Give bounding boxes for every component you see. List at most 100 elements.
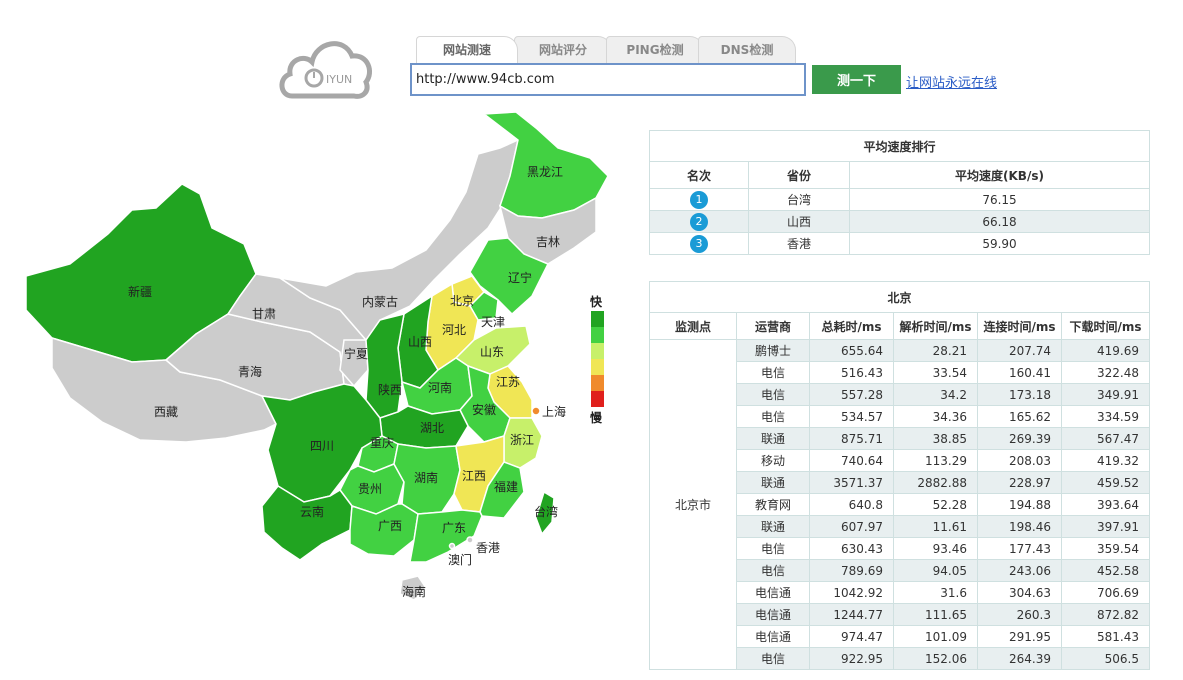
detail-dns: 101.09 xyxy=(893,625,978,648)
detail-total: 640.8 xyxy=(809,493,894,516)
province-澳门[interactable] xyxy=(448,542,456,550)
detail-dns: 94.05 xyxy=(893,559,978,582)
detail-download: 322.48 xyxy=(1061,361,1150,384)
label-四川: 四川 xyxy=(310,439,334,453)
url-input[interactable] xyxy=(410,63,806,96)
ranking-col-rank: 名次 xyxy=(649,161,749,189)
detail-total: 740.64 xyxy=(809,449,894,472)
detail-isp: 电信通 xyxy=(736,581,810,604)
detail-connect: 269.39 xyxy=(977,427,1062,450)
detail-dns: 34.36 xyxy=(893,405,978,428)
tab-dns[interactable]: DNS检测 xyxy=(698,36,796,63)
detail-total: 534.57 xyxy=(809,405,894,428)
detail-isp: 电信 xyxy=(736,537,810,560)
detail-isp: 鹏博士 xyxy=(736,339,810,362)
ranking-row: 3 香港 59.90 xyxy=(649,232,1150,255)
legend-swatch-medium xyxy=(591,343,604,359)
detail-total: 875.71 xyxy=(809,427,894,450)
detail-connect: 194.88 xyxy=(977,493,1062,516)
detail-location: 北京市 xyxy=(649,339,737,670)
tab-site-score[interactable]: 网站评分 xyxy=(514,36,612,63)
ranking-row: 2 山西 66.18 xyxy=(649,210,1150,233)
label-天津: 天津 xyxy=(481,315,505,329)
detail-col-download: 下载时间/ms xyxy=(1061,312,1150,340)
detail-total: 1244.77 xyxy=(809,603,894,626)
speed-ranking-table: 平均速度排行 名次 省份 平均速度(KB/s) 1 台湾 76.15 2 山西 … xyxy=(649,130,1150,255)
ranking-province: 台湾 xyxy=(748,188,850,211)
label-黑龙江: 黑龙江 xyxy=(527,165,563,179)
detail-isp: 电信通 xyxy=(736,625,810,648)
label-浙江: 浙江 xyxy=(510,433,534,447)
tab-speed-test[interactable]: 网站测速 xyxy=(416,36,518,63)
label-北京: 北京 xyxy=(450,294,474,308)
label-广西: 广西 xyxy=(378,519,402,533)
label-澳门: 澳门 xyxy=(448,552,472,567)
label-福建: 福建 xyxy=(494,479,518,494)
legend-swatch-slowish xyxy=(591,359,604,375)
detail-dns: 28.21 xyxy=(893,339,978,362)
legend-swatch-slowest xyxy=(591,391,604,407)
label-青海: 青海 xyxy=(238,364,262,379)
detail-download: 459.52 xyxy=(1061,471,1150,494)
label-广东: 广东 xyxy=(442,521,466,535)
detail-download: 419.69 xyxy=(1061,339,1150,362)
legend-fast-label: 快 xyxy=(590,294,603,309)
label-河南: 河南 xyxy=(428,380,452,395)
legend-swatch-fast xyxy=(591,327,604,343)
detail-total: 607.97 xyxy=(809,515,894,538)
detail-download: 506.5 xyxy=(1061,647,1150,670)
detail-isp: 电信 xyxy=(736,383,810,406)
detail-dns: 93.46 xyxy=(893,537,978,560)
detail-dns: 111.65 xyxy=(893,603,978,626)
detail-col-total: 总耗时/ms xyxy=(809,312,894,340)
detail-isp: 联通 xyxy=(736,515,810,538)
detail-connect: 207.74 xyxy=(977,339,1062,362)
label-湖北: 湖北 xyxy=(420,420,444,435)
detail-total: 922.95 xyxy=(809,647,894,670)
detail-connect: 165.62 xyxy=(977,405,1062,428)
ranking-speed: 76.15 xyxy=(849,188,1150,211)
detail-total: 789.69 xyxy=(809,559,894,582)
ranking-province: 香港 xyxy=(748,232,850,255)
label-台湾: 台湾 xyxy=(534,504,558,519)
detail-dns: 38.85 xyxy=(893,427,978,450)
label-西藏: 西藏 xyxy=(154,405,178,419)
label-江西: 江西 xyxy=(462,469,486,483)
detail-total: 3571.37 xyxy=(809,471,894,494)
rank-badge: 1 xyxy=(690,190,708,209)
legend-slow-label: 慢 xyxy=(590,410,603,425)
detail-total: 516.43 xyxy=(809,361,894,384)
label-云南: 云南 xyxy=(300,504,324,519)
promo-link[interactable]: 让网站永远在线 xyxy=(906,72,997,91)
detail-dns: 52.28 xyxy=(893,493,978,516)
detail-connect: 208.03 xyxy=(977,449,1062,472)
logo-text: IYUN xyxy=(326,73,352,86)
province-上海[interactable] xyxy=(531,406,541,416)
detail-col-dns: 解析时间/ms xyxy=(893,312,978,340)
cloud-icon: IYUN xyxy=(279,41,372,99)
detail-title: 北京 xyxy=(649,281,1150,313)
label-贵州: 贵州 xyxy=(358,482,382,496)
detail-download: 349.91 xyxy=(1061,383,1150,406)
detail-download: 393.64 xyxy=(1061,493,1150,516)
detail-isp: 联通 xyxy=(736,471,810,494)
detail-connect: 260.3 xyxy=(977,603,1062,626)
tab-ping[interactable]: PING检测 xyxy=(606,36,704,63)
label-吉林: 吉林 xyxy=(536,235,560,249)
ranking-row: 1 台湾 76.15 xyxy=(649,188,1150,211)
legend-swatch-slow xyxy=(591,375,604,391)
china-speed-map: 新疆 西藏 青海 甘肃 内蒙古 宁夏 黑龙江 吉林 辽宁 北京 天津 河北 山西… xyxy=(0,100,640,676)
test-button[interactable]: 测一下 xyxy=(812,65,901,94)
ranking-speed: 59.90 xyxy=(849,232,1150,255)
map-svg: 新疆 西藏 青海 甘肃 内蒙古 宁夏 黑龙江 吉林 辽宁 北京 天津 河北 山西… xyxy=(25,111,609,601)
detail-body: 北京市 鹏博士 655.64 28.21 207.74 419.69 电信 516.43 33.… xyxy=(649,339,1150,670)
detail-total: 630.43 xyxy=(809,537,894,560)
rank-badge: 3 xyxy=(690,234,708,253)
ranking-speed: 66.18 xyxy=(849,210,1150,233)
detail-download: 581.43 xyxy=(1061,625,1150,648)
label-山东: 山东 xyxy=(480,345,504,359)
province-香港[interactable] xyxy=(466,536,474,544)
detail-dns: 113.29 xyxy=(893,449,978,472)
detail-dns: 33.54 xyxy=(893,361,978,384)
detail-total: 1042.92 xyxy=(809,581,894,604)
